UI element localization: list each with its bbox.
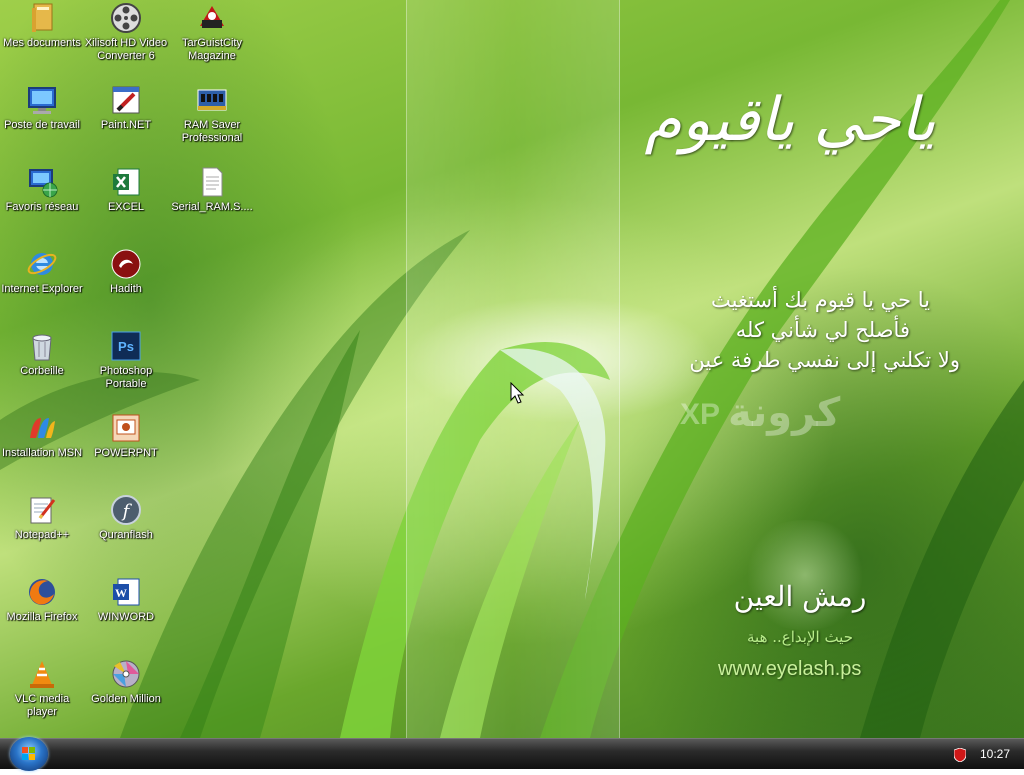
icon-label: Serial_RAM.S.... (171, 201, 253, 213)
icon-label: Corbeille (20, 365, 64, 377)
photoshop-icon: Ps (110, 330, 142, 362)
desktop-icon-internet-explorer[interactable]: Internet Explorer (0, 248, 84, 296)
notepad-icon (26, 494, 58, 526)
desktop-icon-corbeille[interactable]: Corbeille (0, 330, 84, 378)
desktop[interactable]: ياحي ياقيوم يا حي يا قيوم بك أستغيث فأصل… (0, 0, 1024, 738)
desktop-icon-targuistcity[interactable]: TarGuistCity Magazine (170, 2, 254, 63)
desktop-icon-hadith[interactable]: Hadith (84, 248, 168, 296)
paint-icon (110, 84, 142, 116)
wallpaper-brand-xp: XP (680, 398, 721, 431)
start-button[interactable] (10, 737, 48, 771)
desktop-icon-notepad-plus-plus[interactable]: Notepad++ (0, 494, 84, 542)
internet-explorer-icon (26, 248, 58, 280)
wallpaper-calligraphy: ياحي ياقيوم (644, 85, 936, 155)
shield-icon[interactable] (953, 747, 967, 763)
wallpaper-prayer-line-3: ولا تكلني إلى نفسي طرفة عين (689, 348, 960, 372)
desktop-icon-mozilla-firefox[interactable]: Mozilla Firefox (0, 576, 84, 624)
icon-label: Paint.NET (100, 119, 152, 131)
word-icon: W (110, 576, 142, 608)
wallpaper-prayer-line-1: يا حي يا قيوم بك أستغيث (711, 288, 930, 312)
icon-label: EXCEL (107, 201, 145, 213)
icon-label: Favoris réseau (5, 201, 79, 213)
network-icon (26, 166, 58, 198)
svg-text:W: W (115, 586, 127, 600)
computer-icon (26, 84, 58, 116)
mouse-cursor (510, 381, 526, 410)
icon-label: VLC media player (14, 693, 70, 718)
desktop-icon-powerpoint[interactable]: POWERPNT (84, 412, 168, 460)
wallpaper-light-band (406, 0, 620, 738)
wallpaper-logo: رمش العين (733, 580, 867, 613)
windows-logo-icon (22, 747, 35, 760)
desktop-icon-photoshop[interactable]: Ps Photoshop Portable (84, 330, 168, 391)
icon-label: Hadith (110, 283, 142, 295)
msn-icon (26, 412, 58, 444)
desktop-icon-xilisoft[interactable]: Xilisoft HD Video Converter 6 (84, 2, 168, 63)
vlc-cone-icon (26, 658, 58, 690)
firefox-icon (26, 576, 58, 608)
desktop-icon-favoris-reseau[interactable]: Favoris réseau (0, 166, 84, 214)
ram-chip-icon (196, 84, 228, 116)
desktop-icon-vlc[interactable]: VLC media player (0, 658, 84, 719)
icon-label: Notepad++ (14, 529, 70, 541)
desktop-icon-golden-million[interactable]: Golden Million (84, 658, 168, 706)
excel-icon (110, 166, 142, 198)
icon-label: Xilisoft HD Video Converter 6 (84, 37, 168, 62)
icon-label: Poste de travail (4, 119, 80, 131)
icon-label: Photoshop Portable (99, 365, 153, 390)
icon-label: Internet Explorer (1, 283, 83, 295)
icon-label: POWERPNT (94, 447, 158, 459)
wallpaper-brand-arabic: كرونة (728, 390, 841, 436)
icon-label: WINWORD (97, 611, 155, 623)
recycle-bin-icon (26, 330, 58, 362)
icon-label: Golden Million (91, 693, 161, 705)
wallpaper-prayer-line-2: فأصلح لي شأني كله (735, 318, 910, 342)
desktop-icon-winword[interactable]: W WINWORD (84, 576, 168, 624)
icon-label: Quranflash (99, 529, 153, 541)
system-tray: 10:27 (934, 739, 1024, 769)
tray-clock[interactable]: 10:27 (980, 747, 1010, 761)
taskbar[interactable]: 10:27 (0, 737, 1024, 771)
powerpoint-icon (110, 412, 142, 444)
wallpaper-website: www.eyelash.ps (718, 658, 862, 680)
desktop-icon-quranflash[interactable]: f Quranflash (84, 494, 168, 542)
wallpaper-slogan: حيث الإبداع.. هبة (747, 628, 853, 646)
desktop-icon-mes-documents[interactable]: Mes documents (0, 2, 84, 50)
desktop-icon-paint-net[interactable]: Paint.NET (84, 84, 168, 132)
flash-icon: f (110, 494, 142, 526)
hadith-icon (110, 248, 142, 280)
disc-icon (110, 658, 142, 690)
svg-text:Ps: Ps (118, 339, 134, 354)
desktop-icon-serial-ram[interactable]: Serial_RAM.S.... (170, 166, 254, 214)
desktop-icon-poste-de-travail[interactable]: Poste de travail (0, 84, 84, 132)
desktop-icon-ram-saver[interactable]: RAM Saver Professional (170, 84, 254, 145)
folder-icon (26, 2, 58, 34)
film-reel-icon (110, 2, 142, 34)
desktop-icon-excel[interactable]: EXCEL (84, 166, 168, 214)
icon-label: TarGuistCity Magazine (182, 37, 242, 62)
wallpaper-logo-swirl (735, 520, 875, 630)
icon-label: Installation MSN (1, 447, 83, 459)
icon-label: Mozilla Firefox (6, 611, 78, 623)
icon-label: Mes documents (3, 37, 81, 49)
wallpaper-brand: XP كرونة (680, 390, 920, 440)
desktop-icon-installation-msn[interactable]: Installation MSN (0, 412, 84, 460)
app-logo-icon (196, 2, 228, 34)
icon-label: RAM Saver Professional (181, 119, 243, 144)
text-file-icon (196, 166, 228, 198)
